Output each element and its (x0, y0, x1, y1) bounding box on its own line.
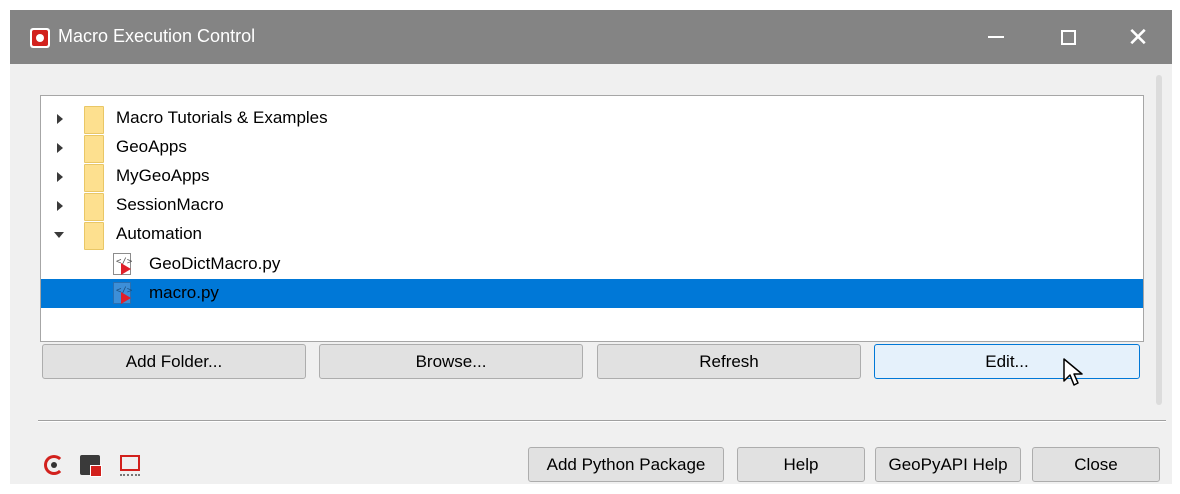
tree-item-label: MyGeoApps (116, 166, 210, 185)
tree-item-label: GeoDictMacro.py (149, 254, 281, 273)
folder-icon (84, 106, 104, 134)
tree-item-label: GeoApps (116, 137, 187, 156)
python-macro-file-icon: </> (113, 282, 132, 304)
tree-item-mygeoapps[interactable]: MyGeoApps (41, 162, 1143, 192)
run-macro-icon[interactable] (42, 453, 66, 477)
app-logo-icon (30, 28, 50, 48)
window-scrollbar[interactable] (1156, 75, 1162, 405)
expand-arrow-icon[interactable] (57, 114, 63, 124)
tree-item-sessionmacro[interactable]: SessionMacro (41, 191, 1143, 221)
close-button[interactable]: Close (1032, 447, 1160, 482)
mouse-cursor-icon (1063, 358, 1083, 386)
tree-item-label: Macro Tutorials & Examples (116, 108, 328, 127)
folder-icon (84, 193, 104, 221)
maximize-button[interactable] (1038, 10, 1098, 64)
expand-arrow-icon[interactable] (57, 143, 63, 153)
close-window-button[interactable]: ✕ (1108, 10, 1168, 64)
minimize-button[interactable] (966, 10, 1026, 64)
tree-item-macro-tutorials[interactable]: Macro Tutorials & Examples (41, 104, 1143, 134)
macro-tree[interactable]: Macro Tutorials & Examples GeoApps MyGeo… (40, 95, 1144, 342)
tree-item-label: SessionMacro (116, 195, 224, 214)
record-macro-icon[interactable] (118, 453, 142, 477)
help-button[interactable]: Help (737, 447, 865, 482)
tree-item-geoapps[interactable]: GeoApps (41, 133, 1143, 163)
expand-arrow-icon[interactable] (57, 172, 63, 182)
python-macro-file-icon: </> (113, 253, 132, 275)
macro-execution-control-window: Macro Execution Control ✕ Macro Tutorial… (10, 10, 1172, 484)
close-icon: ✕ (1127, 21, 1149, 52)
maximize-icon (1060, 29, 1076, 45)
tree-item-macro-py[interactable]: </> macro.py (41, 279, 1143, 308)
tree-item-label: Automation (116, 224, 202, 243)
minimize-icon (988, 36, 1004, 38)
expand-arrow-icon[interactable] (57, 201, 63, 211)
refresh-button[interactable]: Refresh (597, 344, 861, 379)
geopyapi-help-button[interactable]: GeoPyAPI Help (875, 447, 1021, 482)
edit-button[interactable]: Edit... (874, 344, 1140, 379)
tree-item-automation[interactable]: Automation (41, 220, 1143, 250)
tree-item-label: macro.py (149, 283, 219, 302)
add-folder-button[interactable]: Add Folder... (42, 344, 306, 379)
divider (38, 420, 1166, 422)
folder-icon (84, 135, 104, 163)
window-title: Macro Execution Control (58, 26, 256, 46)
title-bar[interactable]: Macro Execution Control ✕ (10, 10, 1172, 64)
collapse-arrow-icon[interactable] (54, 232, 64, 238)
folder-icon (84, 222, 104, 250)
browse-button[interactable]: Browse... (319, 344, 583, 379)
add-python-package-button[interactable]: Add Python Package (528, 447, 724, 482)
stop-macro-icon[interactable] (80, 453, 104, 477)
folder-icon (84, 164, 104, 192)
tree-item-geodictmacro-py[interactable]: </> GeoDictMacro.py (41, 250, 1143, 279)
